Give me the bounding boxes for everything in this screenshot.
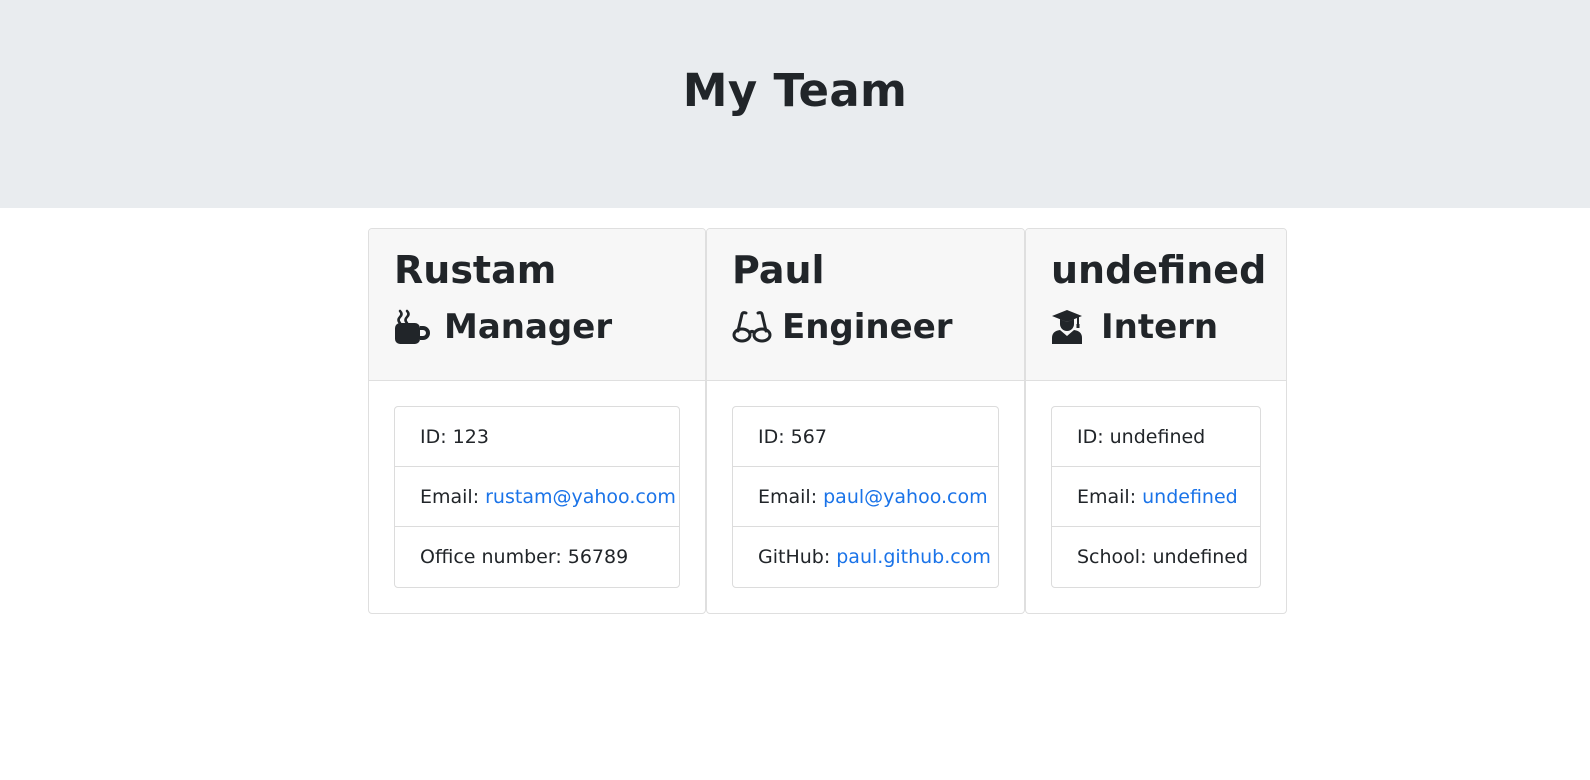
email-label: Email: bbox=[1077, 485, 1137, 508]
employee-role-label: Intern bbox=[1101, 307, 1219, 347]
email-label: Email: bbox=[758, 485, 818, 508]
office-number-label: Office number: bbox=[420, 546, 562, 568]
card-header: Rustam Manager bbox=[369, 229, 705, 381]
employee-role-label: Engineer bbox=[782, 307, 953, 347]
employee-details-list: ID: 123 Email: rustam@yahoo.com Office n… bbox=[394, 406, 680, 588]
employee-name: Paul bbox=[732, 248, 825, 292]
id-label: ID: bbox=[758, 425, 785, 448]
card-body: ID: 123 Email: rustam@yahoo.com Office n… bbox=[369, 381, 705, 613]
github-label: GitHub: bbox=[758, 546, 831, 568]
employee-details-list: ID: undefined Email: undefined School: u… bbox=[1051, 406, 1261, 588]
list-item-id: ID: undefined bbox=[1052, 407, 1260, 467]
id-label: ID: bbox=[420, 425, 447, 448]
employee-role-label: Manager bbox=[444, 307, 613, 347]
card-header: Paul Engineer bbox=[707, 229, 1024, 381]
employee-card-intern: undefined Intern ID: undefined Email: un… bbox=[1025, 228, 1287, 614]
email-link[interactable]: rustam@yahoo.com bbox=[485, 486, 676, 508]
list-item-email: Email: paul@yahoo.com bbox=[733, 467, 998, 527]
coffee-mug-icon bbox=[394, 307, 434, 347]
list-item-email: Email: undefined bbox=[1052, 467, 1260, 527]
list-item-github: GitHub: paul.github.com bbox=[733, 527, 998, 587]
school-value: undefined bbox=[1152, 546, 1249, 568]
employee-name: undefined bbox=[1051, 248, 1267, 292]
card-body: ID: undefined Email: undefined School: u… bbox=[1026, 381, 1286, 613]
list-item-id: ID: 123 bbox=[395, 407, 679, 467]
employee-card-manager: Rustam Manager ID: 123 Email: rustam@yah… bbox=[368, 228, 706, 614]
employee-role: Engineer bbox=[732, 306, 1024, 348]
id-value: 567 bbox=[790, 425, 827, 448]
employee-details-list: ID: 567 Email: paul@yahoo.com GitHub: pa… bbox=[732, 406, 999, 588]
email-label: Email: bbox=[420, 485, 480, 508]
list-item-school: School: undefined bbox=[1052, 527, 1260, 587]
employee-role: Manager bbox=[394, 306, 705, 348]
employee-role: Intern bbox=[1051, 306, 1286, 348]
school-label: School: bbox=[1077, 546, 1147, 568]
list-item-email: Email: rustam@yahoo.com bbox=[395, 467, 679, 527]
card-body: ID: 567 Email: paul@yahoo.com GitHub: pa… bbox=[707, 381, 1024, 613]
email-link[interactable]: paul@yahoo.com bbox=[823, 486, 988, 508]
glasses-icon bbox=[732, 307, 772, 347]
header-banner: My Team bbox=[0, 0, 1590, 208]
github-link[interactable]: paul.github.com bbox=[836, 546, 991, 568]
office-number-value: 56789 bbox=[567, 546, 629, 568]
graduate-icon bbox=[1051, 307, 1091, 347]
id-value: undefined bbox=[1109, 425, 1206, 448]
list-item-office-number: Office number: 56789 bbox=[395, 527, 679, 587]
id-label: ID: bbox=[1077, 425, 1104, 448]
card-header: undefined Intern bbox=[1026, 229, 1286, 381]
list-item-id: ID: 567 bbox=[733, 407, 998, 467]
employee-name: Rustam bbox=[394, 248, 557, 292]
email-link[interactable]: undefined bbox=[1142, 486, 1238, 508]
employee-card-engineer: Paul Engineer ID: 567 Email: paul@yahoo.… bbox=[706, 228, 1025, 614]
page-title: My Team bbox=[682, 63, 908, 117]
id-value: 123 bbox=[452, 425, 489, 448]
